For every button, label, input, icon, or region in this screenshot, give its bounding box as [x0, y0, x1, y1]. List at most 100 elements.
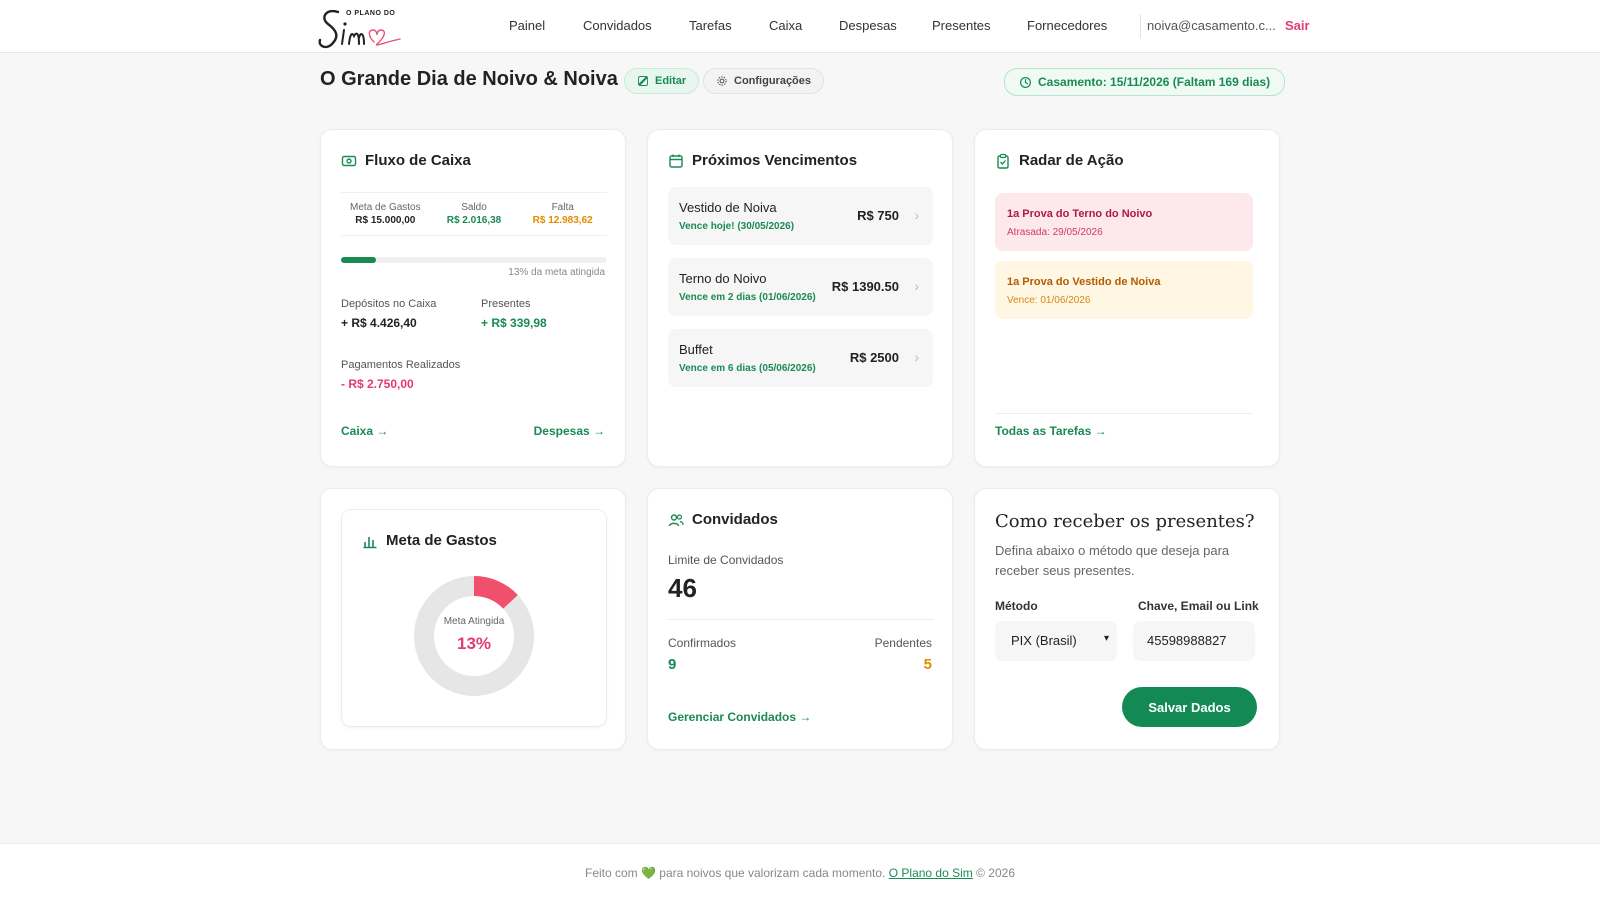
pending-label: Pendentes: [874, 636, 932, 650]
manage-guests-link[interactable]: Gerenciar Convidados →: [668, 710, 811, 724]
method-select[interactable]: PIX (Brasil) ▾: [995, 621, 1117, 661]
chevron-right-icon: ›: [914, 349, 919, 365]
save-button[interactable]: Salvar Dados: [1122, 687, 1257, 727]
gifts-label: Presentes: [481, 298, 531, 310]
pencil-icon: [638, 76, 648, 86]
pending-value: 5: [923, 656, 932, 673]
confirmed-label: Confirmados: [668, 636, 737, 650]
spending-goal-title: Meta de Gastos: [362, 532, 497, 549]
user-email: noiva@casamento.c...: [1147, 18, 1276, 33]
method-label: Método: [995, 599, 1038, 613]
due-item-name: Vestido de Noiva: [679, 200, 777, 215]
upcoming-due-title-text: Próximos Vencimentos: [692, 152, 858, 169]
stat-falta-label: Falta: [551, 202, 574, 213]
settings-label: Configurações: [734, 75, 812, 87]
nav-caixa[interactable]: Caixa: [769, 18, 802, 33]
radar-task-upcoming[interactable]: 1a Prova do Vestido de Noiva Vence: 01/0…: [995, 261, 1253, 319]
clock-icon: [1020, 76, 1031, 88]
budget-progress-bar: [341, 257, 607, 263]
cashflow-title: Fluxo de Caixa: [341, 152, 471, 169]
nav-fornecedores[interactable]: Fornecedores: [1027, 18, 1107, 33]
footer-text: Feito com 💚 para noivos que valorizam ca…: [0, 866, 1600, 880]
guests-title-text: Convidados: [692, 511, 778, 528]
chevron-right-icon: ›: [914, 278, 919, 294]
method-select-value: PIX (Brasil): [1011, 633, 1077, 648]
footer-brand-link[interactable]: O Plano do Sim: [889, 866, 973, 880]
logout-link[interactable]: Sair: [1285, 18, 1310, 33]
radar-divider: [995, 413, 1253, 414]
despesas-link[interactable]: Despesas →: [534, 424, 605, 438]
caixa-link[interactable]: Caixa →: [341, 424, 388, 438]
donut-value: 13%: [456, 634, 492, 653]
key-input[interactable]: 45598988827: [1133, 621, 1255, 661]
nav-convidados[interactable]: Convidados: [583, 18, 652, 33]
deposits-block: Depósitos no Caixa + R$ 4.426,40: [341, 298, 436, 330]
action-radar-title-text: Radar de Ação: [1019, 152, 1124, 169]
gifts-block: Presentes + R$ 339,98: [481, 298, 547, 330]
budget-progress-fill: [341, 257, 376, 263]
calendar-icon: [669, 154, 683, 168]
stat-saldo: Saldo R$ 2.016,38: [430, 193, 519, 235]
donut-label: Meta Atingida: [443, 616, 505, 627]
stat-meta-value: R$ 15.000,00: [355, 215, 416, 226]
cashflow-title-text: Fluxo de Caixa: [365, 152, 471, 169]
brand-logo[interactable]: O PLANO DO: [316, 2, 412, 52]
payments-label: Pagamentos Realizados: [341, 359, 461, 371]
due-item[interactable]: Terno do Noivo Vence em 2 dias (01/06/20…: [668, 258, 933, 316]
radar-task-overdue[interactable]: 1a Prova do Terno do Noivo Atrasada: 29/…: [995, 193, 1253, 251]
cashflow-stats: Meta de Gastos R$ 15.000,00 Saldo R$ 2.0…: [341, 192, 607, 236]
chevron-down-icon: ▾: [1103, 633, 1109, 644]
top-navbar: O PLANO DO Painel Convidados Tarefas Cai…: [0, 0, 1600, 53]
guest-limit-label: Limite de Convidados: [668, 553, 784, 567]
deposits-label: Depósitos no Caixa: [341, 298, 437, 310]
gifts-value: + R$ 339,98: [481, 316, 547, 330]
nav-despesas[interactable]: Despesas: [839, 18, 897, 33]
nav-divider: [1140, 14, 1141, 38]
due-item-amount: R$ 2500: [849, 350, 899, 365]
stat-falta-value: R$ 12.983,62: [532, 215, 593, 226]
spending-goal-box: Meta de Gastos Meta Atingida 13%: [341, 509, 607, 727]
stat-saldo-label: Saldo: [461, 202, 487, 213]
wedding-date-text: Casamento: 15/11/2026 (Faltam 169 dias): [1038, 75, 1271, 89]
nav-tarefas[interactable]: Tarefas: [689, 18, 732, 33]
brand-small-text: O PLANO DO: [346, 10, 396, 17]
footer-text-before: Feito com 💚 para noivos que valorizam ca…: [584, 866, 889, 880]
users-icon: [668, 513, 684, 526]
gift-settings-title: Como receber os presentes?: [995, 511, 1255, 532]
settings-button[interactable]: Configurações: [703, 68, 825, 94]
radar-task-date: Vence: 01/06/2026: [1007, 295, 1091, 306]
confirmed-value: 9: [668, 656, 677, 673]
payments-value: - R$ 2.750,00: [341, 377, 414, 391]
clipboard-icon: [997, 153, 1009, 169]
confirmed-block: Confirmados 9: [668, 636, 736, 673]
gift-settings-card: Como receber os presentes? Defina abaixo…: [974, 488, 1280, 750]
bar-chart-icon: [363, 536, 377, 548]
guests-title: Convidados: [668, 511, 778, 528]
nav-presentes[interactable]: Presentes: [932, 18, 991, 33]
spending-goal-title-text: Meta de Gastos: [386, 532, 497, 549]
due-item[interactable]: Buffet Vence em 6 dias (05/06/2026) R$ 2…: [668, 329, 933, 387]
spending-goal-donut: Meta Atingida 13%: [414, 576, 534, 696]
due-item-date: Vence em 6 dias (05/06/2026): [679, 363, 816, 374]
key-input-value: 45598988827: [1147, 633, 1227, 648]
footer: Feito com 💚 para noivos que valorizam ca…: [0, 843, 1600, 900]
due-item-date: Vence hoje! (30/05/2026): [679, 221, 795, 232]
stat-meta: Meta de Gastos R$ 15.000,00: [341, 193, 430, 235]
wedding-date-badge: Casamento: 15/11/2026 (Faltam 169 dias): [1004, 68, 1286, 96]
due-item-amount: R$ 1390.50: [831, 279, 899, 294]
due-item-amount: R$ 750: [857, 208, 899, 223]
chevron-right-icon: ›: [914, 207, 919, 223]
all-tasks-link[interactable]: Todas as Tarefas →: [995, 424, 1107, 438]
edit-label: Editar: [655, 75, 687, 87]
pending-block: Pendentes 5: [875, 636, 932, 673]
page-title: O Grande Dia de Noivo & Noiva: [320, 68, 618, 90]
payments-block: Pagamentos Realizados - R$ 2.750,00: [341, 359, 460, 391]
upcoming-due-card: Próximos Vencimentos Vestido de Noiva Ve…: [647, 129, 953, 467]
cashflow-card: Fluxo de Caixa Meta de Gastos R$ 15.000,…: [320, 129, 626, 467]
due-item-name: Terno do Noivo: [679, 271, 767, 286]
due-item[interactable]: Vestido de Noiva Vence hoje! (30/05/2026…: [668, 187, 933, 245]
nav-painel[interactable]: Painel: [509, 18, 545, 33]
edit-button[interactable]: Editar: [624, 68, 700, 94]
action-radar-title: Radar de Ação: [995, 152, 1123, 169]
key-label: Chave, Email ou Link: [1138, 599, 1259, 613]
